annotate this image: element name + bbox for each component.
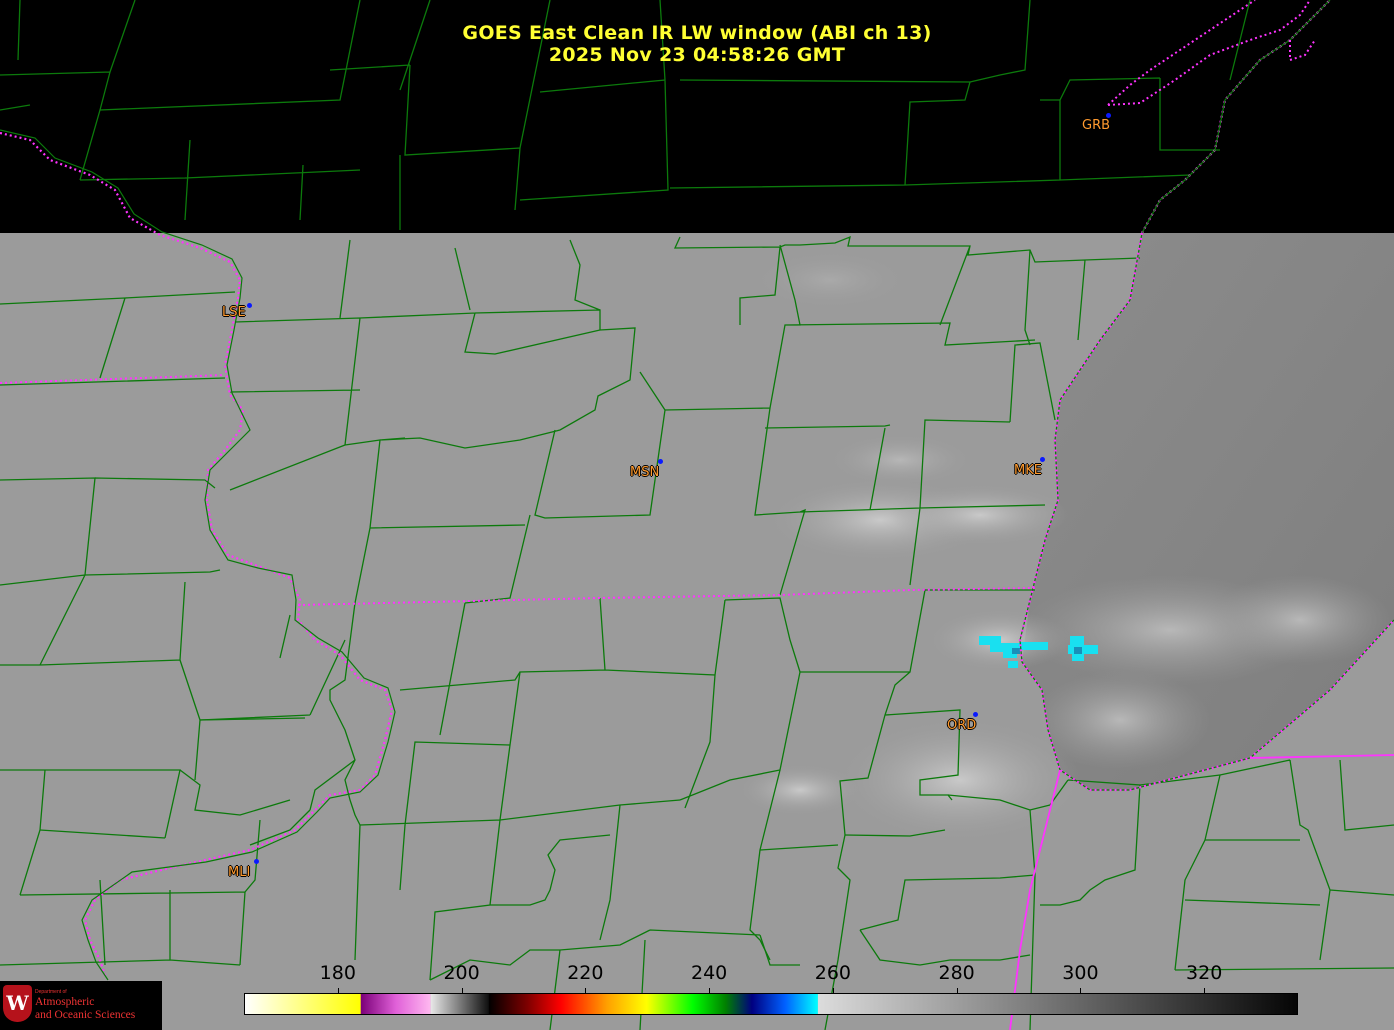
colorbar-segment-purple [360, 994, 431, 1014]
satellite-image-viewer: GOES East Clean IR LW window (ABI ch 13)… [0, 0, 1394, 1030]
colorbar-tick-label: 220 [567, 962, 604, 984]
image-timestamp: 2025 Nov 23 04:58:26 GMT [548, 44, 846, 66]
colorbar-tick-mark [709, 988, 711, 994]
colorbar-segment-white-yellow [245, 994, 361, 1014]
colorbar-segment-grey [430, 994, 489, 1014]
station-label-msn: MSN [630, 465, 660, 480]
station-label-mke: MKE [1014, 463, 1042, 478]
station-dot [254, 859, 259, 864]
colorbar-tick-mark [956, 988, 958, 994]
station-label-ord: ORD [947, 718, 977, 733]
uw-seal-icon: W [3, 985, 32, 1022]
colorbar-segment-rainbow [488, 994, 818, 1014]
colorbar-tick-label: 200 [443, 962, 480, 984]
station-dot [247, 303, 252, 308]
colorbar-tick-mark [337, 988, 339, 994]
colorbar-tick-label: 240 [690, 962, 728, 984]
logo-line1: Atmospheric [35, 996, 95, 1008]
logo-line2: and Oceanic Sciences [35, 1009, 136, 1021]
colorbar-tick-label: 300 [1062, 962, 1099, 984]
colorbar-tick-mark [585, 988, 587, 994]
station-dot [1040, 457, 1045, 462]
colorbar-tick-label: 280 [938, 962, 975, 984]
colorbar-tick-mark [1204, 988, 1206, 994]
satellite-map [0, 0, 1394, 1030]
colorbar-tick-mark [1080, 988, 1082, 994]
station-label-mli: MLI [228, 865, 251, 880]
station-label-grb: GRB [1082, 118, 1111, 133]
colorbar-tick-label: 180 [319, 962, 356, 984]
logo-department: Department of [35, 989, 67, 995]
station-dot [658, 459, 663, 464]
image-title: GOES East Clean IR LW window (ABI ch 13) [462, 22, 932, 44]
colorbar-tick-label: 260 [814, 962, 852, 984]
colorbar-segment-warm-grey [817, 994, 1297, 1014]
station-dot [973, 712, 978, 717]
colorbar-tick-mark [461, 988, 463, 994]
station-label-lse: LSE [222, 305, 246, 320]
colorbar-tick-label: 320 [1186, 962, 1223, 984]
temperature-colorbar [244, 993, 1298, 1015]
aos-logo: W Department of Atmospheric and Oceanic … [0, 981, 162, 1030]
colorbar-tick-mark [832, 988, 834, 994]
